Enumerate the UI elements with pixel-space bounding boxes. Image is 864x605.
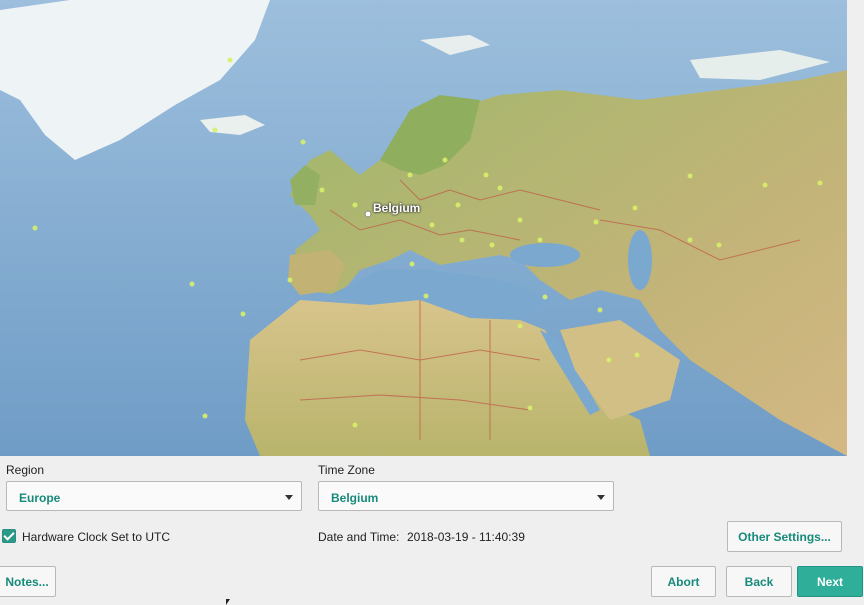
timezone-select-value: Belgium xyxy=(331,491,379,505)
back-button[interactable]: Back xyxy=(726,566,792,597)
hardware-clock-label[interactable]: Hardware Clock Set to UTC xyxy=(22,530,170,544)
other-settings-button[interactable]: Other Settings... xyxy=(727,521,842,552)
chevron-down-icon xyxy=(597,495,605,500)
world-map-image xyxy=(0,0,847,456)
region-select[interactable]: Europe xyxy=(6,481,302,511)
timezone-label: Time Zone xyxy=(318,463,375,477)
next-button[interactable]: Next xyxy=(797,566,863,597)
selected-timezone-label: Belgium xyxy=(373,201,421,215)
region-label: Region xyxy=(6,463,45,477)
timezone-map[interactable]: Belgium xyxy=(0,0,847,456)
mouse-pointer-icon xyxy=(226,599,230,605)
datetime-label: Date and Time: xyxy=(318,530,400,544)
chevron-down-icon xyxy=(285,495,293,500)
timezone-select[interactable]: Belgium xyxy=(318,481,614,511)
hardware-clock-checkbox[interactable] xyxy=(2,529,16,543)
region-select-value: Europe xyxy=(19,491,61,505)
abort-button[interactable]: Abort xyxy=(651,566,716,597)
datetime-value: 2018-03-19 - 11:40:39 xyxy=(407,530,525,544)
notes-button[interactable]: Notes... xyxy=(0,566,56,597)
